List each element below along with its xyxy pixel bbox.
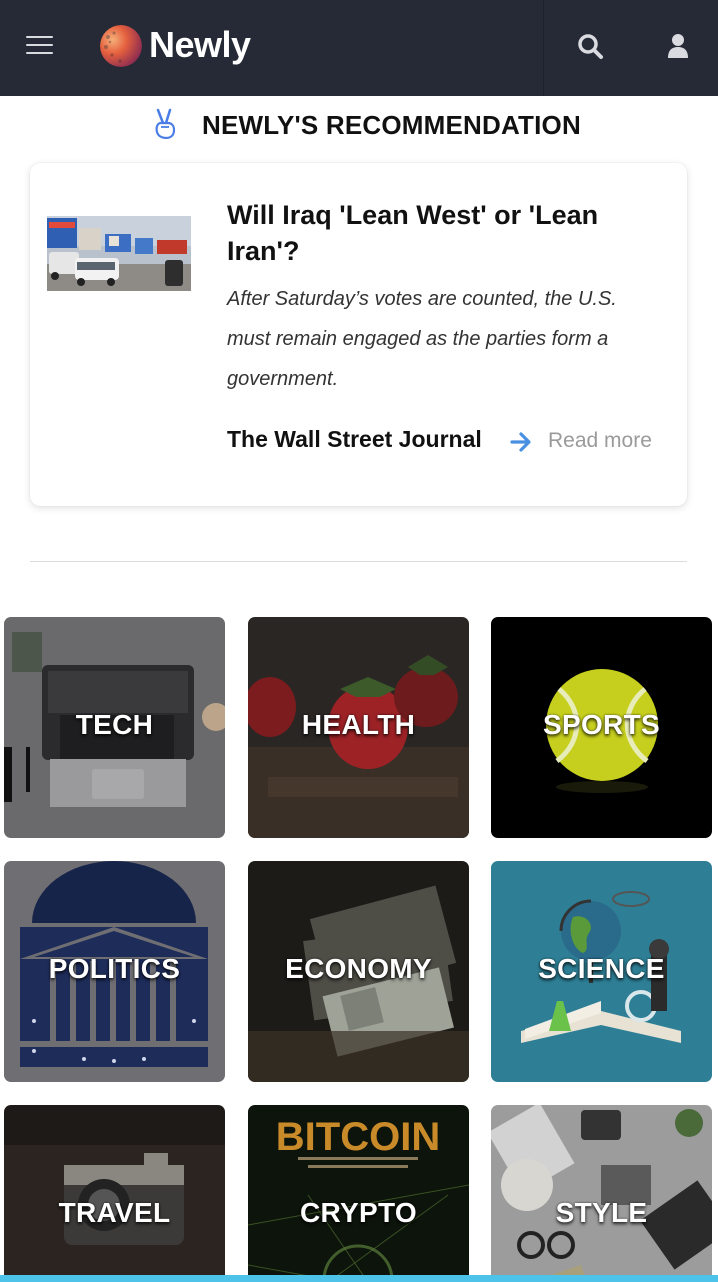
recommendation-heading-row: NEWLY'S RECOMMENDATION — [0, 106, 718, 146]
category-label: POLITICS — [48, 953, 181, 984]
category-tile-sports[interactable]: SPORTS — [491, 617, 712, 838]
recommended-article-card[interactable]: Will Iraq 'Lean West' or 'Lean Iran'? Af… — [30, 163, 687, 506]
newly-logo-icon[interactable] — [100, 25, 142, 67]
category-tile-tech[interactable]: TECH — [4, 617, 225, 838]
article-source: The Wall Street Journal — [227, 426, 482, 452]
section-divider — [30, 561, 687, 562]
bitcoin-cover-title: BITCOIN — [276, 1115, 440, 1159]
category-tile-health[interactable]: HEALTH — [248, 617, 469, 838]
style-flatlay-image — [491, 1105, 712, 1282]
category-label: TRAVEL — [58, 1197, 171, 1228]
read-more-link[interactable]: Read more — [548, 429, 652, 453]
crypto-bitcoin-image: BITCOIN — [248, 1105, 469, 1282]
header-divider — [543, 0, 544, 96]
category-tile-crypto[interactable]: BITCOIN CRYPTO — [248, 1105, 469, 1282]
category-label: SCIENCE — [538, 953, 665, 984]
article-title[interactable]: Will Iraq 'Lean West' or 'Lean Iran'? — [227, 197, 647, 269]
category-tile-travel[interactable]: TRAVEL — [4, 1105, 225, 1282]
category-tile-style[interactable]: STYLE — [491, 1105, 712, 1282]
arrow-right-icon[interactable] — [510, 431, 532, 453]
category-label: ECONOMY — [285, 953, 432, 984]
article-description: After Saturday’s votes are counted, the … — [227, 288, 617, 390]
peace-hand-icon — [152, 108, 180, 140]
article-thumbnail[interactable] — [47, 216, 191, 291]
top-header: Newly — [0, 0, 718, 96]
category-label: STYLE — [555, 1197, 648, 1228]
category-label: CRYPTO — [300, 1197, 417, 1228]
hamburger-menu-icon[interactable] — [26, 36, 53, 56]
recommendation-heading: NEWLY'S RECOMMENDATION — [202, 110, 581, 140]
category-label: TECH — [75, 709, 154, 740]
brand-name[interactable]: Newly — [149, 24, 251, 66]
category-label: SPORTS — [543, 709, 660, 740]
category-tile-politics[interactable]: POLITICS — [4, 861, 225, 1082]
category-tile-economy[interactable]: ECONOMY — [248, 861, 469, 1082]
travel-camera-image — [4, 1105, 225, 1282]
category-label: HEALTH — [301, 709, 416, 740]
category-tile-science[interactable]: SCIENCE — [491, 861, 712, 1082]
user-icon[interactable] — [664, 32, 692, 60]
bottom-progress-bar — [0, 1275, 718, 1282]
search-icon[interactable] — [576, 32, 604, 60]
